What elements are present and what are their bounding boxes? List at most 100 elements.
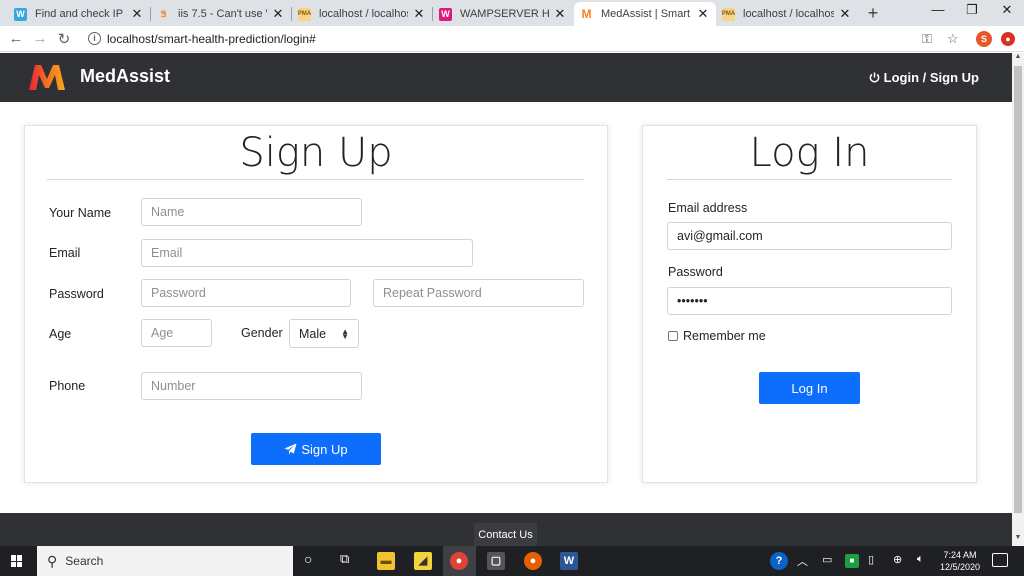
scroll-up-icon[interactable]: ▲ <box>1012 53 1024 65</box>
power-icon <box>869 72 879 83</box>
tray-chevron-icon[interactable]: ︿ <box>797 553 808 569</box>
browser-tab-strip: W Find and check IP addre ✕ Ꮥ iis 7.5 - … <box>0 0 1024 26</box>
name-input[interactable]: Name <box>141 198 362 226</box>
tab-close-icon[interactable]: ✕ <box>838 6 852 22</box>
email-label: Email <box>49 246 81 260</box>
signup-title: Sign Up <box>239 130 393 176</box>
sticky-notes-icon[interactable]: ◢ <box>414 552 432 570</box>
tab-close-icon[interactable]: ✕ <box>130 6 144 22</box>
device-icon[interactable]: ▭ <box>822 553 832 566</box>
tab-title: Find and check IP addre <box>35 8 126 20</box>
tab-title: WAMPSERVER Homepa <box>460 8 549 20</box>
remember-me-checkbox[interactable] <box>668 331 678 341</box>
tab-close-icon[interactable]: ✕ <box>553 6 567 22</box>
nav-login-label: Login / Sign Up <box>883 70 979 85</box>
site-info-icon[interactable]: i <box>88 32 101 45</box>
bookmark-star-icon[interactable]: ☆ <box>947 31 959 47</box>
extension-icon[interactable]: ● <box>1001 32 1015 46</box>
chrome-icon[interactable]: ● <box>450 552 468 570</box>
gender-select[interactable]: Male ▲ ▼ <box>289 319 359 348</box>
login-password-input[interactable]: ••••••• <box>667 287 952 315</box>
volume-icon[interactable]: 🔈︎ <box>917 553 924 566</box>
signup-button-label: Sign Up <box>301 441 348 457</box>
cortana-circle-icon[interactable]: ○ <box>304 551 312 567</box>
browser-tab[interactable]: PMA localhost / localhost / d ✕ <box>292 2 432 26</box>
clock-date: 12/5/2020 <box>939 562 981 572</box>
browser-tab[interactable]: PMA localhost / localhost / m ✕ <box>716 2 858 26</box>
firefox-icon[interactable]: ● <box>524 552 542 570</box>
terminal-icon[interactable]: ▢ <box>487 552 505 570</box>
password-input[interactable]: Password <box>141 279 351 307</box>
restore-icon[interactable]: ❐ <box>962 2 982 18</box>
scroll-down-icon[interactable]: ▼ <box>1012 534 1024 546</box>
reload-icon[interactable]: ↻ <box>55 30 73 48</box>
signup-divider <box>47 179 584 180</box>
tab-favicon-icon: PMA <box>298 7 311 21</box>
file-explorer-icon[interactable]: ▬ <box>377 552 395 570</box>
name-label: Your Name <box>49 206 112 220</box>
site-brand[interactable]: MedAssist <box>80 66 170 87</box>
tab-close-icon[interactable]: ✕ <box>412 6 426 22</box>
login-card: Log In Email address avi@gmail.com Passw… <box>642 125 977 483</box>
contact-us-tooltip[interactable]: Contact Us <box>474 523 537 546</box>
login-button[interactable]: Log In <box>759 372 860 404</box>
password-label: Password <box>49 287 104 301</box>
scroll-thumb[interactable] <box>1014 66 1022 513</box>
browser-tab-active[interactable]: M MedAssist | Smart Heal ✕ <box>574 2 716 26</box>
forward-icon[interactable]: → <box>31 30 49 47</box>
login-title: Log In <box>749 130 870 176</box>
phone-label: Phone <box>49 379 86 393</box>
url-field[interactable]: localhost/smart-health-prediction/login# <box>107 32 316 46</box>
phone-input[interactable]: Number <box>141 372 362 400</box>
tab-favicon-icon: M <box>581 7 592 21</box>
browser-tab[interactable]: W Find and check IP addre ✕ <box>8 2 150 26</box>
login-email-label: Email address <box>668 201 748 215</box>
nav-login-signup-link[interactable]: Login / Sign Up <box>869 70 979 85</box>
tab-close-icon[interactable]: ✕ <box>271 6 285 22</box>
medassist-logo[interactable] <box>27 63 67 91</box>
remember-me-label[interactable]: Remember me <box>683 329 766 343</box>
tab-close-icon[interactable]: ✕ <box>696 6 710 22</box>
signup-button[interactable]: Sign Up <box>251 433 381 465</box>
select-caret-icon: ▲ ▼ <box>341 326 349 341</box>
login-button-label: Log In <box>791 380 828 396</box>
taskbar-clock[interactable]: 7:24 AM 12/5/2020 <box>936 549 984 573</box>
battery-icon[interactable]: ▯ <box>868 553 874 566</box>
word-icon[interactable]: W <box>560 552 578 570</box>
login-email-input[interactable]: avi@gmail.com <box>667 222 952 250</box>
app-tray-icon[interactable]: ■ <box>845 554 859 568</box>
new-tab-icon[interactable]: + <box>865 3 881 24</box>
tab-favicon-icon: Ꮥ <box>160 8 167 19</box>
notification-center-icon[interactable] <box>992 553 1008 567</box>
profile-avatar[interactable]: S <box>976 31 992 47</box>
page-viewport: MedAssist Login / Sign Up Sign Up Your N… <box>0 53 1012 546</box>
close-window-icon[interactable]: ✕ <box>997 2 1017 18</box>
back-icon[interactable]: ← <box>7 30 25 47</box>
clock-time: 7:24 AM <box>943 550 977 560</box>
signup-card: Sign Up Your Name Name Email Email Passw… <box>24 125 608 483</box>
tab-favicon-icon: W <box>439 7 452 21</box>
tab-title: iis 7.5 - Can't use WAM <box>178 8 267 20</box>
tab-title: localhost / localhost / m <box>743 8 834 20</box>
help-icon[interactable]: ? <box>770 552 788 570</box>
tab-title: MedAssist | Smart Heal <box>601 8 692 20</box>
login-password-label: Password <box>668 265 723 279</box>
start-windows-icon[interactable] <box>11 555 23 567</box>
age-input[interactable]: Age <box>141 319 212 347</box>
browser-tab[interactable]: Ꮥ iis 7.5 - Can't use WAM ✕ <box>151 2 291 26</box>
taskbar-search-label: Search <box>65 554 104 568</box>
tab-title: localhost / localhost / d <box>319 8 408 20</box>
key-icon[interactable]: ⚿ <box>922 31 932 47</box>
network-globe-icon[interactable]: ⊕ <box>893 553 902 566</box>
login-divider <box>667 179 952 180</box>
age-label: Age <box>49 327 72 341</box>
taskbar-search-box[interactable]: ⚲ Search <box>37 546 293 576</box>
repeat-password-input[interactable]: Repeat Password <box>373 279 584 307</box>
minimize-icon[interactable]: — <box>928 2 948 17</box>
browser-tab[interactable]: W WAMPSERVER Homepa ✕ <box>433 2 573 26</box>
page-scrollbar[interactable]: ▲ ▼ <box>1012 53 1024 546</box>
search-icon: ⚲ <box>47 552 58 569</box>
task-view-icon[interactable]: ⧉ <box>340 551 349 567</box>
email-input[interactable]: Email <box>141 239 473 267</box>
gender-select-value: Male <box>299 326 327 341</box>
